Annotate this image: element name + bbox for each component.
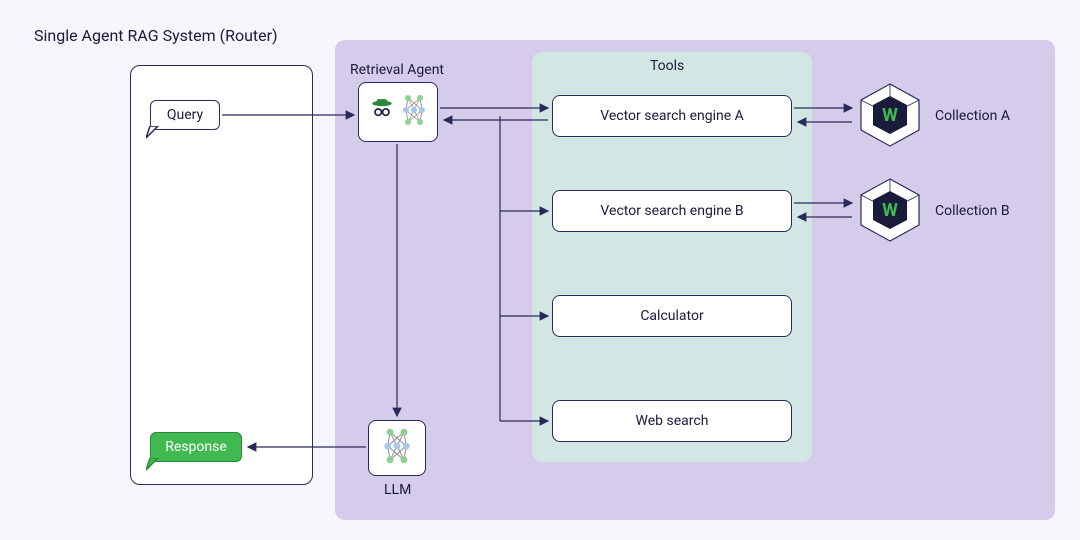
tool-vector-b-label: Vector search engine B <box>600 203 743 219</box>
retrieval-agent-label: Retrieval Agent <box>350 62 444 78</box>
collection-b-label: Collection B <box>935 203 1010 219</box>
response-tail-icon <box>146 458 162 472</box>
query-label: Query <box>167 107 203 123</box>
svg-text:W: W <box>882 105 898 126</box>
network-icon <box>382 427 412 469</box>
hexagon-db-icon: W <box>855 80 925 150</box>
diagram-title: Single Agent RAG System (Router) <box>34 26 278 45</box>
tool-web: Web search <box>552 400 792 442</box>
llm-label: LLM <box>384 482 411 498</box>
query-tail-icon <box>146 126 162 140</box>
tool-vector-a-label: Vector search engine A <box>600 108 744 124</box>
spy-icon <box>369 97 395 127</box>
svg-text:W: W <box>882 200 898 221</box>
collection-a-label: Collection A <box>935 108 1010 124</box>
tool-vector-b: Vector search engine B <box>552 190 792 232</box>
tool-calculator-label: Calculator <box>640 308 703 324</box>
retrieval-agent-box <box>358 82 438 142</box>
tool-calculator: Calculator <box>552 295 792 337</box>
response-label: Response <box>165 439 227 455</box>
llm-box <box>368 420 426 476</box>
tool-vector-a: Vector search engine A <box>552 95 792 137</box>
network-icon <box>401 94 427 130</box>
response-chip: Response <box>150 432 242 462</box>
hexagon-db-icon: W <box>855 175 925 245</box>
tools-label: Tools <box>650 58 684 74</box>
tool-web-label: Web search <box>636 413 709 429</box>
